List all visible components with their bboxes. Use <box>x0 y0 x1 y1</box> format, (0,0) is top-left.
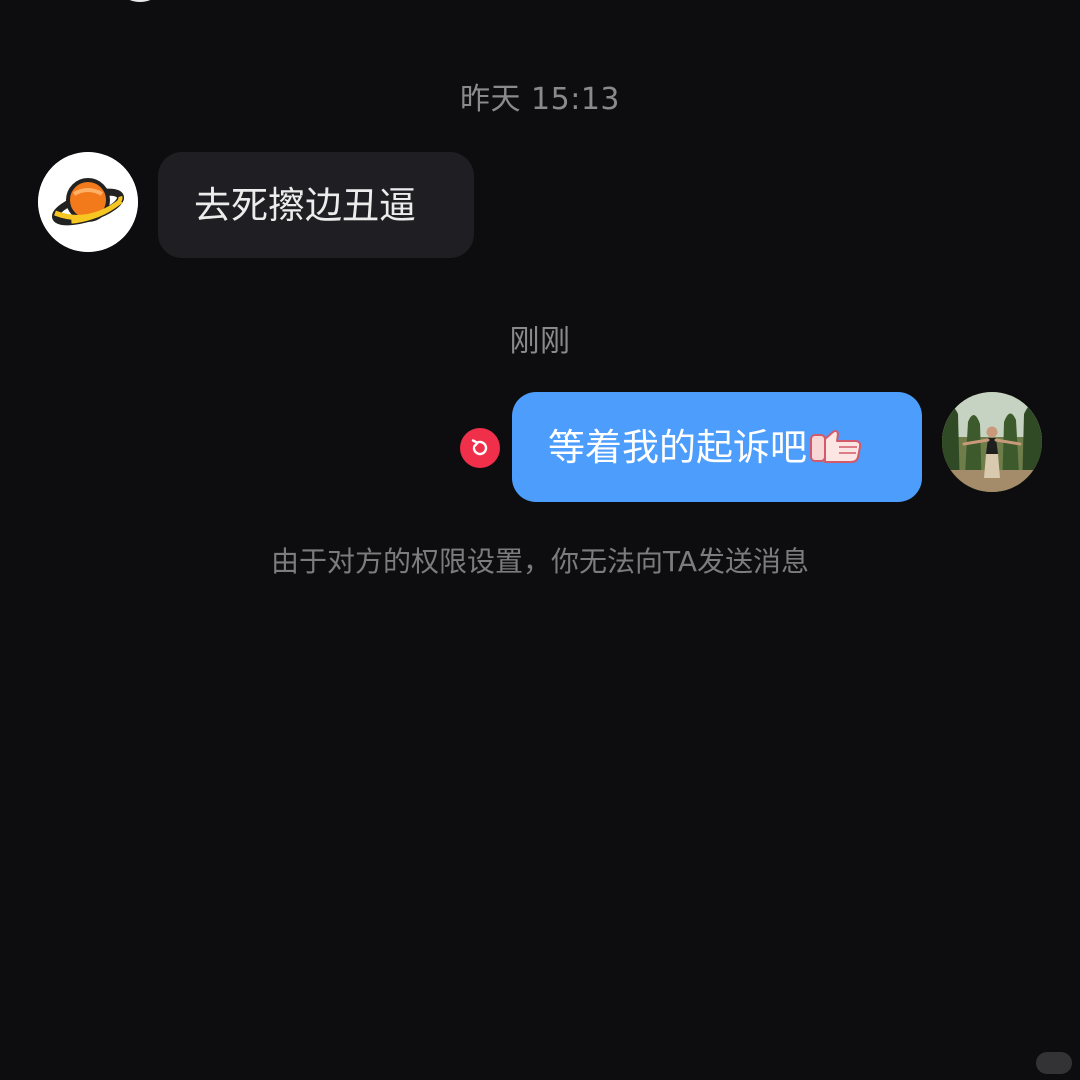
chat-timestamp: 刚刚 <box>509 324 571 359</box>
planet-icon <box>38 152 138 252</box>
resend-icon <box>471 439 488 456</box>
top-partial-icon <box>112 0 168 2</box>
resend-button[interactable] <box>460 428 500 468</box>
incoming-message-bubble[interactable]: 去死擦边丑逼 <box>158 152 474 258</box>
watermark-badge <box>1036 1052 1072 1074</box>
user-avatar[interactable] <box>942 392 1042 492</box>
permission-notice: 由于对方的权限设置，你无法向TA发送消息 <box>270 545 810 578</box>
chat-timestamp: 昨天 15:13 <box>460 82 620 117</box>
contact-avatar[interactable] <box>38 152 138 252</box>
message-text: 等着我的起诉吧 <box>548 425 807 469</box>
message-text: 去死擦边丑逼 <box>194 183 416 227</box>
thumbs-up-icon <box>810 429 862 463</box>
user-photo-avatar <box>942 392 1042 492</box>
outgoing-message-bubble[interactable]: 等着我的起诉吧 <box>512 392 922 502</box>
